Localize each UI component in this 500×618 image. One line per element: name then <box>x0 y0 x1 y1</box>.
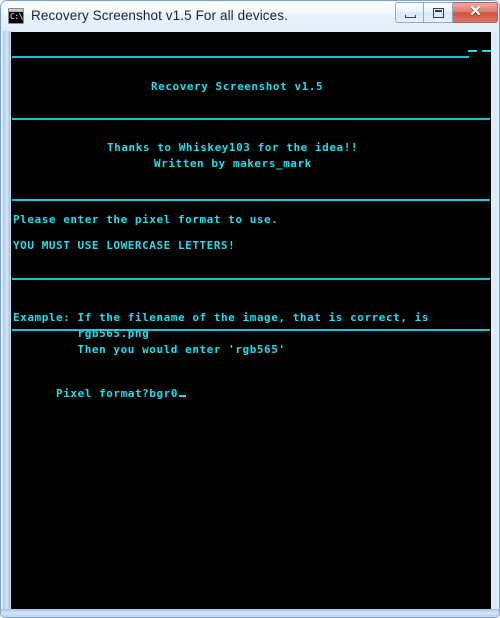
minimize-icon <box>405 15 416 18</box>
top-dash-left <box>468 50 477 52</box>
example-line-3: Then you would enter 'rgb565' <box>13 343 286 356</box>
separator-rule-1 <box>12 56 469 58</box>
title-bar[interactable]: C:\ Recovery Screenshot v1.5 For all dev… <box>1 1 499 31</box>
close-button[interactable]: ✕ <box>453 2 498 23</box>
instruction-line: Please enter the pixel format to use. <box>13 213 279 226</box>
example-line-2: rgb565.png <box>13 327 150 340</box>
minimize-button[interactable] <box>395 2 424 23</box>
top-dash-right <box>482 50 491 52</box>
close-icon: ✕ <box>469 4 482 20</box>
prompt-label: Pixel format? <box>56 387 150 400</box>
text-cursor <box>179 395 186 397</box>
separator-rule-4 <box>12 278 490 280</box>
separator-rule-3 <box>12 199 490 201</box>
prompt-line[interactable]: Pixel format?bgr0 <box>13 370 491 400</box>
example-line-1: Example: If the filename of the image, t… <box>13 311 430 324</box>
console-output-area[interactable]: Recovery Screenshot v1.5 Thanks to Whisk… <box>11 32 491 609</box>
warning-line: YOU MUST USE LOWERCASE LETTERS! <box>13 239 236 252</box>
console-cmd-icon: C:\ <box>8 8 24 24</box>
restore-button[interactable] <box>424 2 453 23</box>
window-title: Recovery Screenshot v1.5 For all devices… <box>31 8 288 23</box>
console-window: C:\ Recovery Screenshot v1.5 For all dev… <box>0 0 500 618</box>
prompt-input-value[interactable]: bgr0 <box>149 387 178 400</box>
window-controls: ✕ <box>395 2 498 23</box>
banner-title: Recovery Screenshot v1.5 <box>151 80 324 93</box>
icon-label: C:\ <box>10 12 23 21</box>
author-line: Written by makers_mark <box>154 157 312 170</box>
separator-rule-2 <box>12 118 490 120</box>
thanks-line: Thanks to Whiskey103 for the idea!! <box>107 141 359 154</box>
restore-icon <box>433 8 444 18</box>
